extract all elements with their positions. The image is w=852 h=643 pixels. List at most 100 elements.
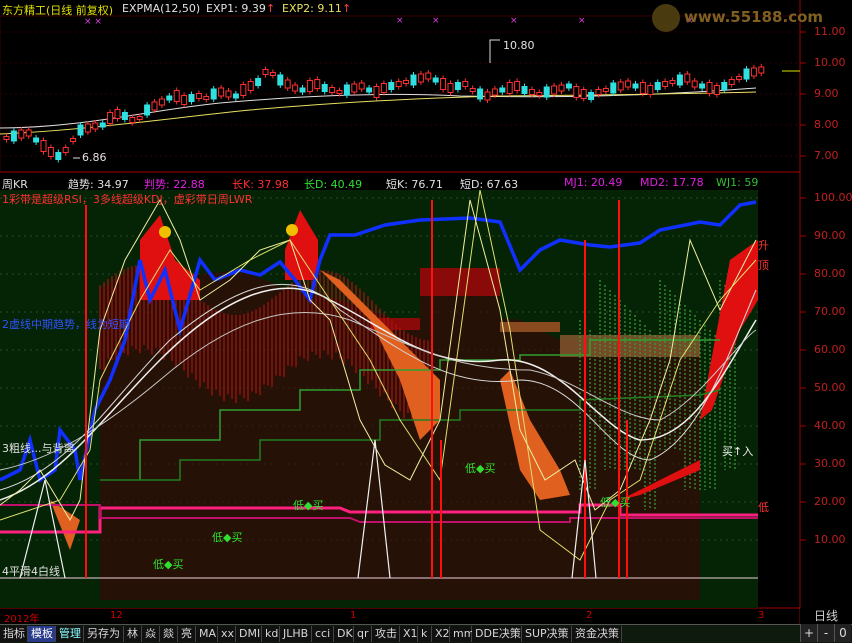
toolbar-button[interactable]: DK [334, 626, 354, 642]
toolbar-button[interactable]: 燚 [160, 626, 178, 642]
candle-body [84, 123, 91, 133]
face-icon [159, 226, 171, 238]
toolbar-button[interactable]: cci [312, 626, 334, 642]
toolbar-button[interactable]: mm [450, 626, 474, 642]
candle-body [277, 74, 284, 86]
candle-body [262, 69, 269, 75]
candle-body [543, 86, 550, 98]
wj1-value: WJ1: 59 [716, 176, 759, 189]
exp2-line [0, 91, 757, 135]
legend-note-4: 4平滑4白线 [2, 565, 60, 578]
buy-in-label: 买↑入 [722, 445, 754, 458]
reset-button[interactable]: 0 [834, 624, 851, 642]
candle-body [536, 92, 543, 96]
indicator-title: 周KR [2, 178, 28, 191]
toolbar-button[interactable]: k [418, 626, 432, 642]
candle-body [292, 84, 299, 92]
toolbar-button[interactable]: kd [262, 626, 280, 642]
candle-body [62, 147, 69, 153]
candle-body [358, 82, 365, 90]
high-label: 10.80 [503, 39, 535, 52]
toolbar-button[interactable]: 焱 [142, 626, 160, 642]
candle-body [195, 93, 202, 99]
candle-body [218, 87, 225, 97]
indicator-tick: 40.00 [814, 419, 846, 432]
candle-body [240, 84, 247, 96]
face-icon [286, 224, 298, 236]
candle-body [528, 89, 535, 95]
toolbar-button[interactable]: 攻击 [372, 626, 400, 642]
candle-body [306, 80, 313, 92]
candle-body [477, 88, 484, 100]
candle-body [647, 85, 654, 95]
candle-body [713, 85, 720, 95]
toolbar-button[interactable]: SUP决策 [522, 626, 572, 642]
candle-body [232, 93, 239, 99]
candle-body [469, 88, 476, 92]
price-tick: 8.00 [814, 118, 839, 131]
toolbar-button[interactable]: 资金决策 [572, 626, 622, 642]
candle-body [625, 80, 632, 88]
candle-body [92, 122, 99, 130]
svg-text:×: × [432, 16, 440, 26]
zoom-in-button[interactable]: + [800, 624, 817, 642]
zoom-out-button[interactable]: - [817, 624, 834, 642]
indicator-name: EXPMA(12,50) [122, 2, 201, 15]
candle-body [440, 78, 447, 90]
toolbar-button[interactable]: 模板 [28, 626, 56, 642]
toolbar-button[interactable]: qr [354, 626, 372, 642]
low-signal-label: 低 [758, 501, 769, 514]
candle-body [247, 81, 254, 91]
candle-body [269, 72, 276, 76]
legend-note-3: 3粗线...与背离 [2, 442, 75, 455]
price-tick: 10.00 [814, 56, 846, 69]
signal-marks: × × × × × × × [84, 16, 694, 27]
toolbar-button[interactable]: 亮 [178, 626, 196, 642]
candle-body [573, 86, 580, 98]
high-marker [489, 39, 500, 63]
candle-body [758, 66, 765, 74]
candle-body [173, 90, 180, 102]
toolbar-button[interactable]: DDE决策 [472, 626, 522, 642]
exp2-value: EXP2: 9.11 [282, 2, 342, 15]
candle-body [225, 90, 232, 98]
axis-ticks [800, 31, 806, 541]
candle-body [691, 80, 698, 88]
indicator-tick: 80.00 [814, 267, 846, 280]
candle-body [188, 94, 195, 102]
candle-body [506, 82, 513, 94]
toolbar-button[interactable]: MA [196, 626, 218, 642]
candle-body [299, 87, 306, 93]
legend-note-2: 2虚线中期趋势，线为短期 [2, 318, 130, 331]
toolbar-button[interactable]: X1 [400, 626, 418, 642]
candle-body [410, 74, 417, 86]
toolbar-button[interactable]: 另存为 [84, 626, 124, 642]
candle-body [136, 116, 143, 120]
toolbar-button[interactable]: 指标 [0, 626, 28, 642]
period-selector[interactable]: 日线 [800, 608, 852, 624]
candle-body [669, 80, 676, 84]
candle-body [736, 76, 743, 80]
candle-body [728, 79, 735, 85]
toolbar-button[interactable]: 管理 [56, 626, 84, 642]
toolbar-button[interactable]: X2 [432, 626, 450, 642]
candle-body [47, 147, 54, 157]
candle-body [329, 87, 336, 93]
indicator-toolbar: 指标 模板 管理 另存为林焱燚亮 MA xx DMI kd JLHB cci DK qr 攻击 X1 k X2… [0, 624, 852, 643]
candle-body [33, 137, 40, 143]
candle-body [750, 67, 757, 77]
toolbar-button[interactable]: 林 [124, 626, 142, 642]
up-arrow-icon: ↑ [342, 2, 352, 15]
candle-body [18, 129, 25, 139]
toolbar-button[interactable]: JLHB [280, 626, 312, 642]
candle-body [491, 88, 498, 96]
candle-body [565, 83, 572, 89]
candle-body [499, 87, 506, 93]
candle-body [336, 90, 343, 94]
candle-body [181, 95, 188, 105]
indicator-tick: 30.00 [814, 457, 846, 470]
up-arrow-icon: ↑ [266, 2, 276, 15]
buy-signal-label: 低◆买 [465, 462, 496, 475]
toolbar-button[interactable]: DMI [236, 626, 262, 642]
toolbar-button[interactable]: xx [218, 626, 236, 642]
